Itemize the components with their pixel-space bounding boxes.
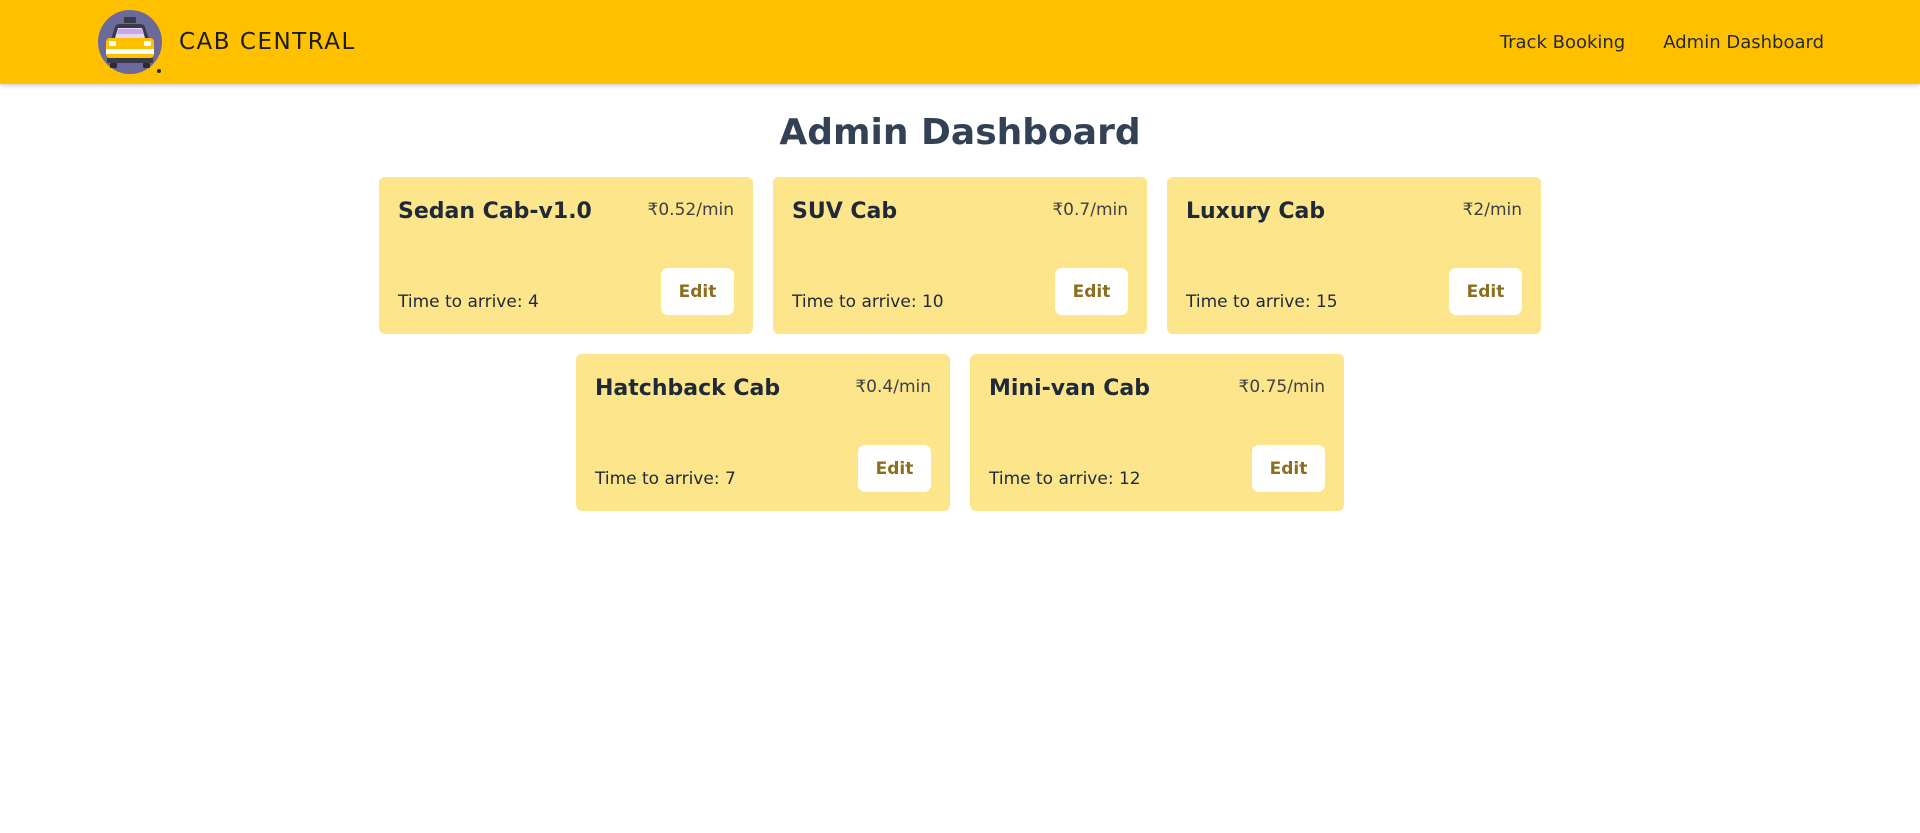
nav-track-booking[interactable]: Track Booking — [1500, 32, 1625, 53]
cab-card-grid: Sedan Cab-v1.0 ₹0.52/min Time to arrive:… — [0, 177, 1920, 531]
nav-admin-dashboard[interactable]: Admin Dashboard — [1663, 32, 1824, 53]
cab-name: Mini-van Cab — [989, 376, 1151, 401]
cab-card: SUV Cab ₹0.7/min Time to arrive: 10 Edit — [773, 177, 1147, 334]
cab-name: Sedan Cab-v1.0 — [398, 199, 592, 224]
cab-card: Mini-van Cab ₹0.75/min Time to arrive: 1… — [970, 354, 1344, 511]
cab-rate: ₹0.4/min — [855, 377, 931, 397]
cab-rate: ₹2/min — [1462, 200, 1522, 220]
cab-eta: Time to arrive: 15 — [1186, 292, 1338, 312]
cab-eta: Time to arrive: 7 — [595, 469, 736, 489]
cab-eta: Time to arrive: 12 — [989, 469, 1141, 489]
cab-card: Sedan Cab-v1.0 ₹0.52/min Time to arrive:… — [379, 177, 753, 334]
edit-button[interactable]: Edit — [1252, 445, 1325, 492]
cab-card: Hatchback Cab ₹0.4/min Time to arrive: 7… — [576, 354, 950, 511]
cab-name: SUV Cab — [792, 199, 898, 224]
cab-rate: ₹0.52/min — [647, 200, 734, 220]
card-row: Sedan Cab-v1.0 ₹0.52/min Time to arrive:… — [0, 177, 1920, 334]
cab-eta: Time to arrive: 4 — [398, 292, 539, 312]
cab-eta: Time to arrive: 10 — [792, 292, 944, 312]
brand-name: CAB CENTRAL — [179, 29, 356, 55]
navbar: CAB CENTRAL Track Booking Admin Dashboar… — [0, 0, 1920, 84]
card-row: Hatchback Cab ₹0.4/min Time to arrive: 7… — [0, 354, 1920, 511]
edit-button[interactable]: Edit — [858, 445, 931, 492]
cab-name: Luxury Cab — [1186, 199, 1326, 224]
taxi-logo-icon — [98, 10, 162, 74]
cab-card: Luxury Cab ₹2/min Time to arrive: 15 Edi… — [1167, 177, 1541, 334]
brand-link[interactable]: CAB CENTRAL — [97, 9, 356, 75]
edit-button[interactable]: Edit — [661, 268, 734, 315]
edit-button[interactable]: Edit — [1449, 268, 1522, 315]
cab-name: Hatchback Cab — [595, 376, 781, 401]
cab-rate: ₹0.7/min — [1052, 200, 1128, 220]
page-title: Admin Dashboard — [779, 112, 1141, 153]
edit-button[interactable]: Edit — [1055, 268, 1128, 315]
nav-links: Track Booking Admin Dashboard — [1462, 0, 1824, 84]
cab-rate: ₹0.75/min — [1238, 377, 1325, 397]
